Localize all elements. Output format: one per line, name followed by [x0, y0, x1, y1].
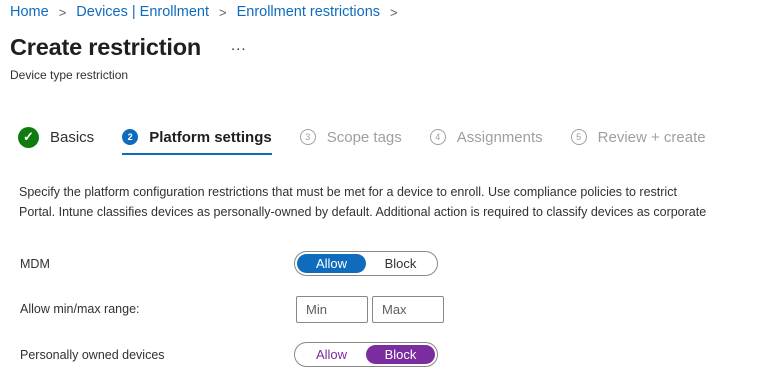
- step-number-icon: 3: [299, 129, 316, 145]
- step-basics[interactable]: ✓ Basics: [18, 124, 94, 150]
- step-label: Basics: [50, 128, 95, 146]
- step-number-icon: 5: [570, 129, 587, 145]
- breadcrumb: Home > Devices | Enrollment > Enrollment…: [10, 4, 408, 20]
- step-label: Scope tags: [326, 128, 402, 146]
- mdm-label: MDM: [20, 257, 50, 271]
- description-line: Portal. Intune classifies devices as per…: [19, 205, 707, 219]
- wizard-steps: ✓ Basics 2 Platform settings 3 Scope tag…: [18, 124, 734, 155]
- personally-owned-allow-option[interactable]: Allow: [297, 345, 366, 364]
- breadcrumb-devices-enrollment-link[interactable]: Devices | Enrollment: [76, 4, 209, 20]
- checkmark-icon: ✓: [18, 126, 39, 148]
- step-platform-settings[interactable]: 2 Platform settings: [122, 124, 272, 155]
- breadcrumb-separator-icon: >: [390, 4, 398, 20]
- step-label: Platform settings: [149, 128, 272, 146]
- step-review-create[interactable]: 5 Review + create: [570, 124, 706, 150]
- title-row: Create restriction ...: [10, 34, 247, 61]
- step-label: Assignments: [456, 128, 543, 146]
- step-number-icon: 2: [122, 129, 139, 145]
- page-title: Create restriction: [10, 34, 201, 60]
- page-subtitle: Device type restriction: [10, 68, 129, 82]
- description-text: Specify the platform configuration restr…: [19, 182, 706, 222]
- max-version-input[interactable]: [372, 296, 444, 323]
- min-version-input[interactable]: [296, 296, 368, 323]
- step-number-icon: 4: [429, 129, 446, 145]
- step-assignments[interactable]: 4 Assignments: [429, 124, 543, 150]
- breadcrumb-separator-icon: >: [218, 4, 227, 20]
- mdm-block-option[interactable]: Block: [366, 254, 435, 273]
- mdm-allow-option[interactable]: Allow: [297, 254, 366, 273]
- description-line: Specify the platform configuration restr…: [19, 185, 677, 199]
- personally-owned-toggle[interactable]: Allow Block: [294, 342, 438, 367]
- breadcrumb-enrollment-restrictions-link[interactable]: Enrollment restrictions: [237, 4, 380, 20]
- personally-owned-label: Personally owned devices: [20, 348, 165, 362]
- mdm-toggle[interactable]: Allow Block: [294, 251, 438, 276]
- step-label: Review + create: [597, 128, 706, 146]
- personally-owned-block-option[interactable]: Block: [366, 345, 435, 364]
- breadcrumb-separator-icon: >: [58, 4, 67, 20]
- range-label: Allow min/max range:: [20, 302, 140, 316]
- active-step-indicator: [122, 153, 272, 155]
- step-scope-tags[interactable]: 3 Scope tags: [299, 124, 402, 150]
- breadcrumb-home-link[interactable]: Home: [10, 4, 49, 20]
- more-options-icon[interactable]: ...: [231, 37, 247, 54]
